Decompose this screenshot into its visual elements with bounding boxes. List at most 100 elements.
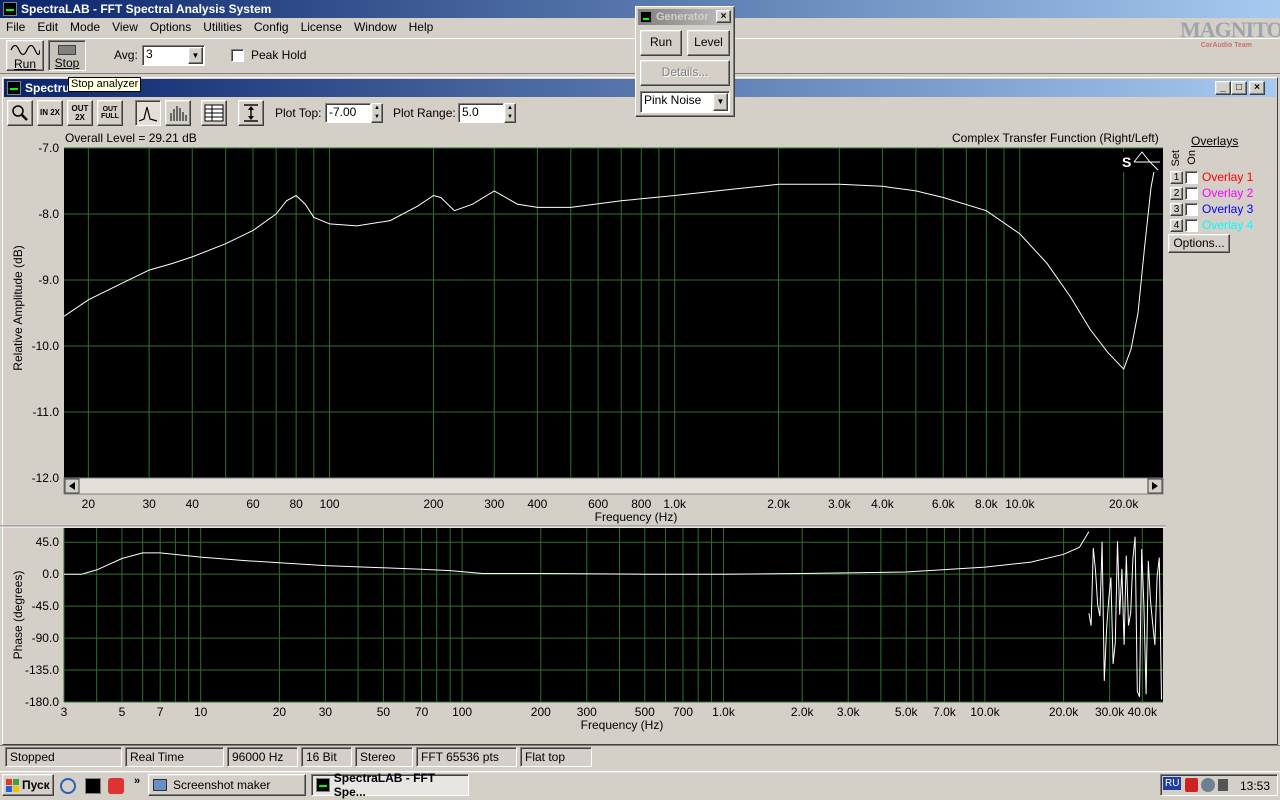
stop-button[interactable]: Stop [48, 40, 86, 71]
menu-edit[interactable]: Edit [31, 18, 64, 38]
x-tick-label: 300 [484, 497, 504, 511]
overlay-label-3: Overlay 3 [1202, 202, 1254, 216]
spectrum-maximize-button[interactable]: □ [1231, 81, 1247, 95]
x-tick-label: 100 [452, 705, 472, 719]
quicklaunch-opera-icon[interactable] [108, 778, 124, 794]
overlay-on-checkbox-4[interactable] [1185, 218, 1198, 232]
overlays-title[interactable]: Overlays [1191, 134, 1238, 148]
table-icon[interactable] [201, 100, 227, 126]
generator-run-button[interactable]: Run [640, 30, 682, 56]
x-tick-label: 200 [423, 497, 443, 511]
plot-range-spinner[interactable]: ▲ ▼ [504, 103, 516, 123]
spectrum-plots[interactable]: -7.0 -8.0 -9.0 -10.0 -11.0 -12.0 20 30 40 60 80 10… [0, 140, 1166, 740]
overlay-on-checkbox-3[interactable] [1185, 202, 1198, 216]
generator-level-button[interactable]: Level [687, 30, 730, 56]
zoom-out-2x-label: OUT 2X [71, 104, 89, 122]
status-cell-5: FFT 65536 pts [416, 747, 517, 767]
spectrum-minimize-button[interactable]: _ [1215, 81, 1231, 95]
generator-signal-select[interactable]: Pink Noise ▼ [640, 91, 730, 113]
x-tick-label: 200 [531, 705, 551, 719]
quicklaunch-ie-icon[interactable] [60, 778, 76, 794]
overlays-on-label: On [1186, 150, 1198, 165]
overlay-options-button[interactable]: Options... [1168, 234, 1230, 253]
overlay-set-button-4[interactable]: 4 [1170, 218, 1183, 232]
zoom-out-2x-icon[interactable]: OUT 2X [67, 100, 93, 126]
zoom-full-icon[interactable]: OUT FULL [97, 100, 123, 126]
x-tick-label: 10.0k [970, 705, 1000, 719]
plot-range-input[interactable]: 5.0 [458, 103, 504, 123]
line-plot-icon[interactable] [135, 100, 161, 126]
spectrum-close-button[interactable]: × [1249, 81, 1265, 95]
peak-hold-checkbox[interactable] [231, 49, 244, 62]
overlay-set-button-2[interactable]: 2 [1170, 186, 1183, 200]
screenshot-maker-icon [153, 779, 167, 791]
x-tick-label: 30 [319, 705, 333, 719]
menu-view[interactable]: View [106, 18, 144, 38]
menu-config[interactable]: Config [248, 18, 295, 38]
avg-select[interactable]: 3 ▼ [142, 45, 205, 66]
status-cell-3: 16 Bit [301, 747, 352, 767]
overlay-set-button-1[interactable]: 1 [1170, 170, 1183, 184]
overlay-on-checkbox-2[interactable] [1185, 186, 1198, 200]
language-indicator[interactable]: RU [1163, 777, 1182, 790]
overlay-set-button-3[interactable]: 3 [1170, 202, 1183, 216]
quicklaunch-more-icon[interactable]: » [134, 775, 140, 787]
phase-plot-area[interactable] [64, 528, 1163, 702]
menu-license[interactable]: License [295, 18, 348, 38]
zoom-icon[interactable] [7, 100, 33, 126]
x-tick-label: 7.0k [933, 705, 957, 719]
task-spectralab[interactable]: SpectraLAB - FFT Spe... [311, 771, 469, 799]
generator-close-button[interactable]: × [716, 10, 731, 23]
autoscale-icon[interactable] [238, 100, 264, 126]
plot-top-spinner[interactable]: ▲ ▼ [371, 103, 383, 123]
tray-network-icon[interactable] [1201, 778, 1215, 792]
frequency-scrollbar[interactable] [63, 477, 1164, 495]
y-tick-label: -180.0 [25, 695, 59, 709]
x-tick-label: 3.0k [828, 497, 852, 511]
plot-top-input[interactable]: -7.00 [325, 103, 371, 123]
overlay-on-checkbox-1[interactable] [1185, 170, 1198, 184]
overlay-label-1: Overlay 1 [1202, 170, 1254, 184]
menu-file[interactable]: File [0, 18, 31, 38]
bar-plot-icon[interactable] [165, 100, 191, 126]
amplitude-plot-area[interactable] [64, 148, 1163, 478]
run-button[interactable]: Run [6, 40, 44, 71]
stop-label: Stop [54, 56, 80, 70]
x-tick-label: 20.0k [1109, 497, 1139, 511]
clock[interactable]: 13:53 [1240, 779, 1270, 793]
generator-details-label: Details... [661, 65, 709, 79]
menu-help[interactable]: Help [403, 18, 440, 38]
task-screenshot-maker[interactable]: Screenshot maker [148, 774, 306, 796]
quicklaunch-spectralab-icon[interactable] [85, 778, 101, 794]
x-tick-label: 100 [320, 497, 340, 511]
stop-square-icon [58, 45, 76, 55]
menu-mode[interactable]: Mode [64, 18, 106, 38]
spectralab-app-icon [3, 2, 17, 16]
menu-utilities[interactable]: Utilities [197, 18, 248, 38]
amplitude-x-ticks: 20 30 40 60 80 100 200 300 400 600 800 1.0k 2.0k 3.0k… [82, 497, 1140, 511]
x-tick-label: 8.0k [975, 497, 999, 511]
phase-y-axis-label: Phase (degrees) [11, 571, 25, 660]
menu-window[interactable]: Window [348, 18, 403, 38]
zoom-in-2x-icon[interactable]: IN 2X [37, 100, 63, 126]
generator-signal-value: Pink Noise [644, 93, 702, 107]
phase-x-axis-label: Frequency (Hz) [581, 718, 664, 732]
y-tick-label: -12.0 [32, 471, 60, 485]
avg-dropdown-icon[interactable]: ▼ [188, 47, 203, 64]
overlay-row-2: 2 Overlay 2 [1170, 185, 1275, 201]
menu-options[interactable]: Options [144, 18, 197, 38]
start-button[interactable]: Пуск [2, 774, 54, 796]
amplitude-x-axis-label: Frequency (Hz) [595, 510, 678, 524]
status-cell-2: 96000 Hz [227, 747, 298, 767]
x-tick-label: 4.0k [871, 497, 895, 511]
status-cell-1: Real Time [125, 747, 224, 767]
plot-range-value: 5.0 [462, 105, 479, 119]
cursor-markers-icon[interactable]: S [1120, 151, 1160, 172]
generator-details-button[interactable]: Details... [640, 60, 730, 86]
tray-antivirus-icon[interactable] [1185, 778, 1198, 792]
signal-dropdown-icon[interactable]: ▼ [713, 93, 728, 111]
tray-volume-icon[interactable] [1218, 779, 1228, 791]
task-screenshot-maker-label: Screenshot maker [173, 778, 271, 792]
x-tick-label: 5.0k [895, 705, 919, 719]
peak-hold-label: Peak Hold [251, 48, 307, 62]
